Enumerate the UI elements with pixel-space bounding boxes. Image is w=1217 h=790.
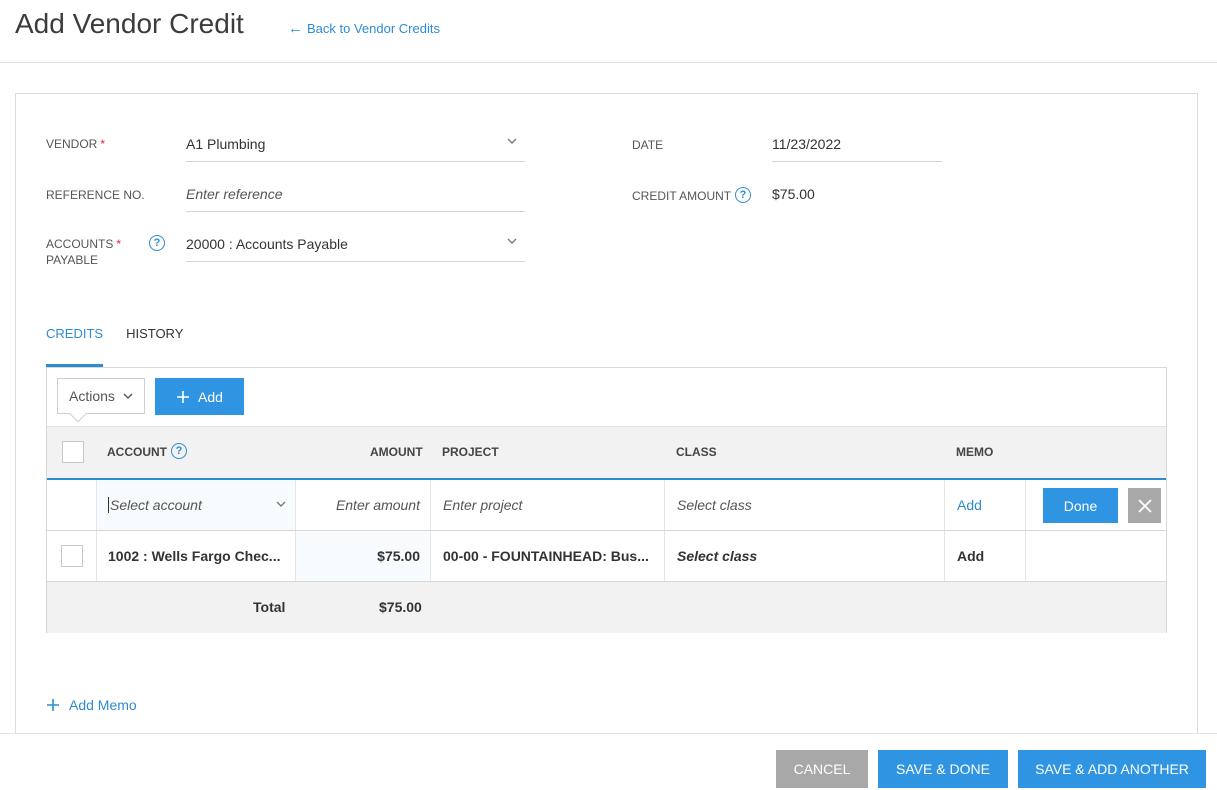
class-select[interactable]: Select class (665, 480, 945, 530)
table-header: ACCOUNT ? AMOUNT PROJECT CLASS MEMO (47, 426, 1166, 478)
done-button[interactable]: Done (1043, 488, 1118, 523)
required-marker: * (116, 237, 122, 251)
save-and-add-another-button[interactable]: SAVE & ADD ANOTHER (1018, 750, 1206, 788)
column-header-project: PROJECT (442, 445, 499, 459)
row-account: 1002 : Wells Fargo Chec... (97, 531, 296, 581)
memo-add-link[interactable]: Add (945, 480, 1026, 530)
credit-amount-label: CREDIT AMOUNT (632, 189, 732, 203)
chevron-down-icon (507, 138, 517, 144)
credits-grid: Actions Add ACCOUNT ? AMOUNT PROJECT CLA… (46, 367, 1167, 633)
select-all-checkbox[interactable] (62, 441, 84, 463)
accounts-payable-label-line1: ACCOUNTS (46, 237, 114, 251)
back-to-vendor-credits-link[interactable]: ← Back to Vendor Credits (288, 21, 440, 36)
cancel-button[interactable]: CANCEL (776, 750, 868, 788)
row-class[interactable]: Select class (665, 531, 945, 581)
vendor-label-text: VENDOR (46, 137, 98, 151)
date-label: DATE (632, 138, 664, 152)
chevron-down-icon (123, 393, 133, 399)
add-button-label: Add (198, 388, 223, 405)
table-row[interactable]: 1002 : Wells Fargo Chec... $75.00 00-00 … (47, 531, 1166, 582)
save-and-done-button[interactable]: SAVE & DONE (878, 750, 1008, 788)
plus-icon (177, 390, 190, 403)
add-memo-link[interactable]: Add Memo (46, 697, 137, 713)
footer-bar: CANCEL SAVE & DONE SAVE & ADD ANOTHER (0, 733, 1217, 790)
plus-icon (47, 699, 59, 711)
add-memo-label: Add Memo (69, 697, 137, 713)
actions-dropdown[interactable]: Actions (57, 378, 145, 423)
date-input[interactable]: 11/23/2022 (772, 126, 942, 162)
column-header-memo: MEMO (956, 445, 994, 459)
vendor-value: A1 Plumbing (186, 135, 266, 152)
grid-toolbar: Actions Add (47, 368, 1166, 426)
accounts-payable-select[interactable]: 20000 : Accounts Payable (186, 226, 525, 262)
page-title: Add Vendor Credit (15, 8, 244, 39)
chevron-down-icon (276, 501, 286, 507)
close-icon (1137, 498, 1152, 513)
column-header-amount: AMOUNT (370, 445, 423, 459)
accounts-payable-label-line2: PAYABLE (46, 253, 99, 267)
account-help-icon[interactable]: ? (171, 443, 187, 459)
table-edit-row: Select account Enter amount Enter projec… (47, 478, 1166, 531)
back-link-label: Back to Vendor Credits (307, 21, 440, 36)
total-label: Total (253, 599, 286, 615)
cancel-edit-button[interactable] (1128, 488, 1161, 523)
total-row: Total $75.00 (47, 582, 1166, 633)
project-input[interactable]: Enter project (431, 480, 665, 530)
tabs: CREDITS HISTORY (46, 318, 206, 367)
arrow-left-icon: ← (288, 20, 303, 37)
row-checkbox[interactable] (61, 545, 83, 567)
accounts-payable-label: ACCOUNTS * PAYABLE (46, 236, 121, 268)
row-select-cell (47, 531, 97, 581)
page-header: Add Vendor Credit ← Back to Vendor Credi… (0, 0, 1217, 63)
reference-input[interactable] (186, 176, 525, 212)
account-placeholder: Select account (108, 497, 202, 513)
column-header-account: ACCOUNT (107, 445, 167, 459)
row-memo-add-link[interactable]: Add (945, 531, 1026, 581)
account-select[interactable]: Select account (97, 480, 296, 530)
total-amount: $75.00 (379, 599, 422, 615)
chevron-down-icon (507, 238, 517, 244)
date-value: 11/23/2022 (772, 135, 842, 152)
credit-amount-value: $75.00 (772, 186, 815, 202)
add-line-button[interactable]: Add (155, 378, 244, 415)
vendor-label: VENDOR * (46, 136, 105, 152)
row-amount: $75.00 (296, 531, 431, 581)
actions-label: Actions (69, 388, 115, 404)
reference-label: REFERENCE NO. (46, 188, 145, 202)
column-header-class: CLASS (676, 445, 717, 459)
edit-row-select-cell (47, 480, 97, 530)
required-marker: * (100, 137, 106, 151)
row-project: 00-00 - FOUNTAINHEAD: Bus... (431, 531, 665, 581)
credit-amount-help-icon[interactable]: ? (735, 187, 751, 203)
accounts-payable-value: 20000 : Accounts Payable (186, 235, 348, 252)
dropdown-pointer (69, 405, 87, 423)
amount-input[interactable]: Enter amount (296, 480, 431, 530)
tab-history[interactable]: HISTORY (126, 318, 183, 367)
accounts-payable-help-icon[interactable]: ? (149, 235, 165, 251)
vendor-select[interactable]: A1 Plumbing (186, 126, 525, 162)
tab-credits[interactable]: CREDITS (46, 318, 104, 367)
